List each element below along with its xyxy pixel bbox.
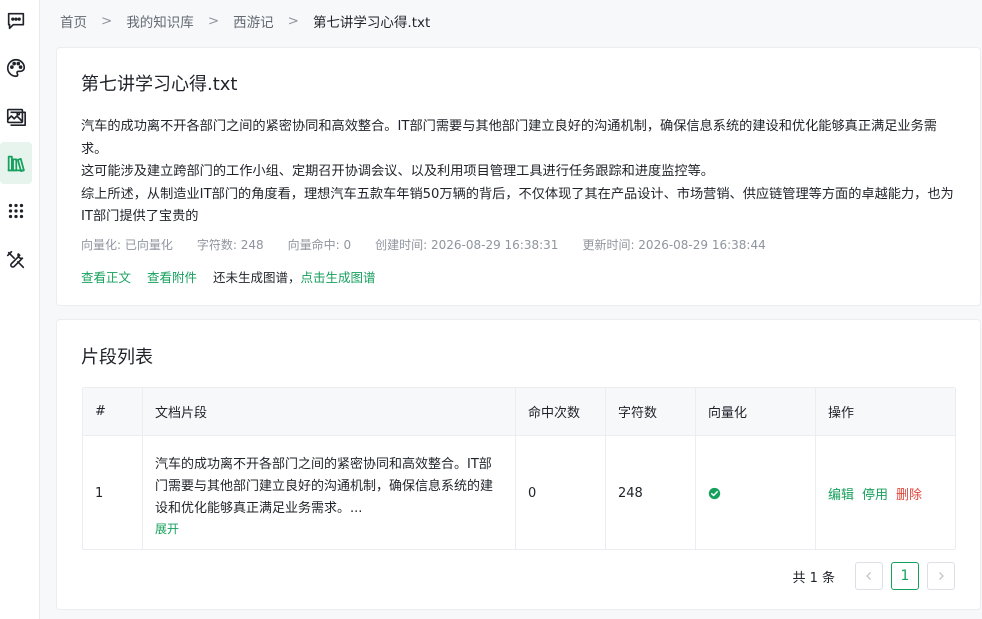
- table-row: 1 汽车的成功离不开各部门之间的紧密协同和高效整合。IT部门需要与其他部门建立良…: [83, 436, 955, 549]
- palette-icon: [7, 58, 26, 78]
- chevron-left-icon: [866, 572, 871, 580]
- row-chars: 248: [606, 436, 696, 549]
- graph-status-text: 还未生成图谱，: [213, 270, 301, 285]
- expand-link[interactable]: 展开: [155, 520, 500, 538]
- breadcrumb-library[interactable]: 我的知识库: [126, 11, 194, 31]
- table-header: # 文档片段 命中次数 字符数 向量化 操作: [83, 388, 955, 436]
- next-page-button[interactable]: [927, 562, 955, 590]
- column-header-chars: 字符数: [606, 388, 696, 435]
- document-paragraph: 汽车的成功离不开各部门之间的紧密协同和高效整合。IT部门需要与其他部门建立良好的…: [81, 119, 937, 157]
- pagination-total: 共 1 条: [792, 570, 835, 586]
- rail-item-image[interactable]: [0, 95, 32, 137]
- disable-button[interactable]: 停用: [862, 484, 888, 503]
- column-header-snippet: 文档片段: [143, 388, 516, 435]
- row-snippet: 汽车的成功离不开各部门之间的紧密协同和高效整合。IT部门需要与其他部门建立良好的…: [155, 450, 500, 538]
- document-paragraph: 这可能涉及建立跨部门的工作小组、定期召开协调会议、以及利用项目管理工具进行任务跟…: [81, 164, 714, 179]
- column-header-index: #: [83, 388, 143, 435]
- breadcrumb: 首页 > 我的知识库 > 西游记 > 第七讲学习心得.txt: [60, 11, 431, 31]
- page-button-current[interactable]: 1: [891, 562, 919, 590]
- view-attachment-link[interactable]: 查看附件: [147, 267, 197, 286]
- rail-item-chat[interactable]: [0, 0, 32, 42]
- column-header-operations: 操作: [828, 406, 855, 421]
- row-index: 1: [83, 436, 143, 549]
- breadcrumb-separator: >: [207, 13, 220, 29]
- delete-button[interactable]: 删除: [896, 484, 922, 503]
- row-operations: 编辑 停用 删除: [816, 436, 955, 549]
- edit-button[interactable]: 编辑: [828, 484, 854, 503]
- knowledge-base-icon: [7, 155, 25, 173]
- document-paragraph: 综上所述，从制造业IT部门的角度看，理想汽车五款车年销50万辆的背后，不仅体现了…: [81, 186, 954, 225]
- row-vectorized: [696, 436, 816, 549]
- segments-table: # 文档片段 命中次数 字符数 向量化 操作 1 汽车的成功离不开各部门之间的紧…: [82, 387, 956, 550]
- snippet-text: 汽车的成功离不开各部门之间的紧密协同和高效整合。IT部门需要与其他部门建立良好的…: [155, 456, 494, 516]
- breadcrumb-separator: >: [287, 13, 299, 29]
- generate-graph-link[interactable]: 点击生成图谱: [301, 267, 376, 286]
- meta-created-time: 创建时间: 2026-08-29 16:38:31: [375, 238, 559, 252]
- rail-item-palette[interactable]: [0, 47, 32, 89]
- chat-icon: [7, 12, 25, 30]
- meta-vector-hits: 向量命中: 0: [287, 238, 352, 252]
- left-icon-rail: [0, 0, 40, 619]
- pagination: 共 1 条 1: [792, 562, 955, 590]
- meta-char-count: 字符数: 248: [196, 238, 264, 252]
- tools-icon: [6, 250, 25, 269]
- rail-item-tools[interactable]: [0, 239, 32, 281]
- document-meta: 向量化: 已向量化 字符数: 248 向量命中: 0 创建时间: 2026-08…: [81, 236, 790, 253]
- document-card: 第七讲学习心得.txt 汽车的成功离不开各部门之间的紧密协同和高效整合。IT部门…: [56, 47, 981, 306]
- document-content: 汽车的成功离不开各部门之间的紧密协同和高效整合。IT部门需要与其他部门建立良好的…: [81, 116, 961, 229]
- view-text-link[interactable]: 查看正文: [81, 267, 131, 286]
- image-icon: [6, 108, 26, 126]
- breadcrumb-book[interactable]: 西游记: [233, 11, 274, 31]
- segments-card: 片段列表 # 文档片段 命中次数 字符数 向量化 操作 1 汽车的成功离不开各部…: [56, 319, 981, 610]
- breadcrumb-current: 第七讲学习心得.txt: [312, 15, 431, 31]
- meta-updated-time: 更新时间: 2026-08-29 16:38:44: [582, 238, 766, 252]
- column-header-hits: 命中次数: [516, 388, 606, 435]
- document-actions: 查看正文 查看附件 还未生成图谱， 点击生成图谱: [81, 267, 392, 286]
- breadcrumb-home[interactable]: 首页: [60, 11, 87, 31]
- meta-vectorized: 向量化: 已向量化: [81, 238, 173, 252]
- document-title: 第七讲学习心得.txt: [81, 74, 238, 95]
- apps-grid-icon: [8, 203, 24, 219]
- rail-item-apps[interactable]: [0, 190, 32, 232]
- row-hits: 0: [516, 436, 606, 549]
- check-circle-icon: [708, 487, 721, 500]
- segments-title: 片段列表: [81, 347, 153, 368]
- row-snippet-cell: 汽车的成功离不开各部门之间的紧密协同和高效整合。IT部门需要与其他部门建立良好的…: [143, 436, 516, 549]
- prev-page-button[interactable]: [855, 562, 883, 590]
- breadcrumb-separator: >: [101, 13, 113, 29]
- rail-item-knowledge-base[interactable]: [0, 142, 32, 184]
- column-header-vectorized: 向量化: [696, 388, 816, 435]
- chevron-right-icon: [939, 572, 944, 580]
